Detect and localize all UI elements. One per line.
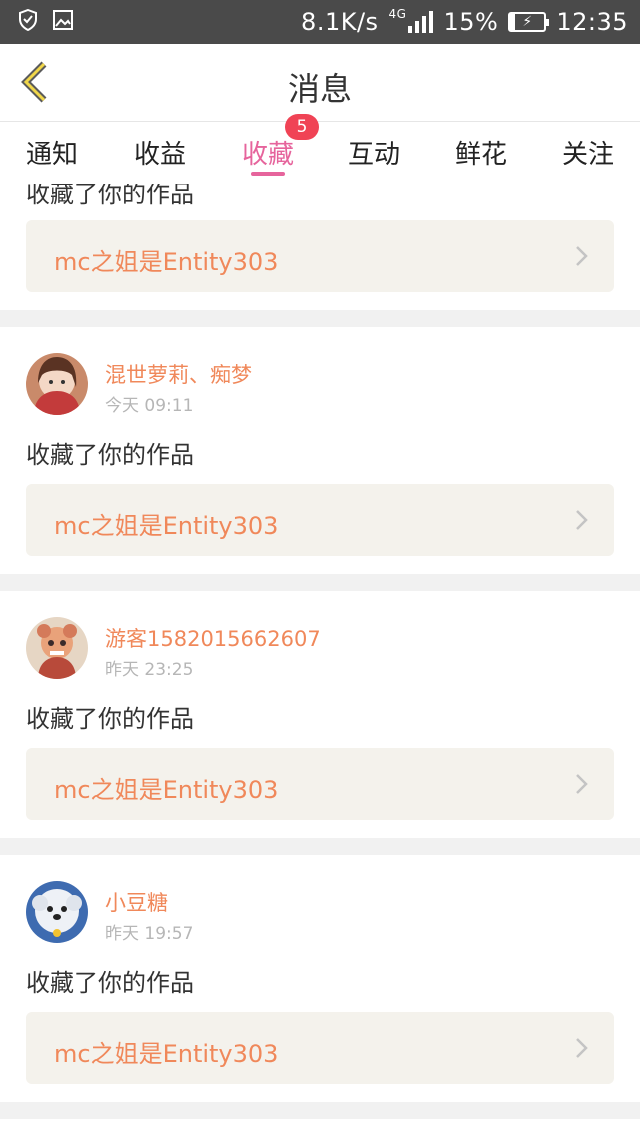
username[interactable]: 游客1582015662607 <box>105 623 321 653</box>
tab-bar: 通知 收益 收藏 互动 鲜花 关注 <box>0 122 640 184</box>
battery-percent: 15% <box>443 8 499 36</box>
tab-flowers[interactable]: 鲜花 <box>441 134 521 171</box>
action-text: 收藏了你的作品 <box>26 705 194 733</box>
list-item: 混世萝莉、痴梦 今天 09:11 收藏了你的作品 mc之姐是Entity303 <box>0 327 640 574</box>
tab-notifications[interactable]: 通知 <box>12 134 92 171</box>
timestamp: 昨天 19:57 <box>105 924 194 944</box>
shield-icon <box>18 8 38 35</box>
work-title: mc之姐是Entity303 <box>54 776 279 804</box>
work-link[interactable]: mc之姐是Entity303 <box>26 748 614 820</box>
timestamp: 今天 09:11 <box>105 396 194 416</box>
page-title: 消息 <box>287 70 352 108</box>
avatar[interactable] <box>26 353 88 415</box>
list-item: 小豆糖 昨天 19:57 收藏了你的作品 mc之姐是Entity303 <box>0 855 640 1102</box>
chevron-right-icon <box>576 246 588 266</box>
action-text: 收藏了你的作品 <box>26 969 194 997</box>
signal-icon: 4G <box>389 7 434 33</box>
username[interactable]: 小豆糖 <box>105 887 168 917</box>
chevron-right-icon <box>576 510 588 530</box>
work-title: mc之姐是Entity303 <box>54 248 279 276</box>
work-link[interactable]: mc之姐是Entity303 <box>26 220 614 292</box>
image-icon <box>52 9 74 35</box>
chevron-right-icon <box>576 1038 588 1058</box>
list-item: 游客1582015662607 昨天 23:25 收藏了你的作品 mc之姐是En… <box>0 591 640 838</box>
unread-badge: 5 <box>285 114 319 140</box>
title-bar: 消息 <box>0 44 640 122</box>
tab-interactions[interactable]: 互动 <box>334 134 414 171</box>
avatar[interactable] <box>26 881 88 943</box>
tab-earnings[interactable]: 收益 <box>120 134 200 171</box>
work-link[interactable]: mc之姐是Entity303 <box>26 1012 614 1084</box>
clock: 12:35 <box>556 8 628 36</box>
work-title: mc之姐是Entity303 <box>54 512 279 540</box>
work-title: mc之姐是Entity303 <box>54 1040 279 1068</box>
tab-follows[interactable]: 关注 <box>548 134 628 171</box>
timestamp: 昨天 23:25 <box>105 660 194 680</box>
work-link[interactable]: mc之姐是Entity303 <box>26 484 614 556</box>
action-text: 收藏了你的作品 <box>26 184 194 208</box>
username[interactable]: 混世萝莉、痴梦 <box>105 359 252 389</box>
list-item <box>0 1119 640 1138</box>
status-bar: 8.1K/s 4G 15% ⚡ 12:35 <box>0 0 640 44</box>
list-item: 收藏了你的作品 mc之姐是Entity303 <box>0 184 640 310</box>
action-text: 收藏了你的作品 <box>26 441 194 469</box>
avatar[interactable] <box>26 617 88 679</box>
active-tab-indicator <box>251 172 285 176</box>
battery-charging-icon: ⚡ <box>508 12 550 32</box>
network-type: 4G <box>388 7 407 21</box>
network-speed: 8.1K/s <box>301 8 379 36</box>
chevron-right-icon <box>576 774 588 794</box>
